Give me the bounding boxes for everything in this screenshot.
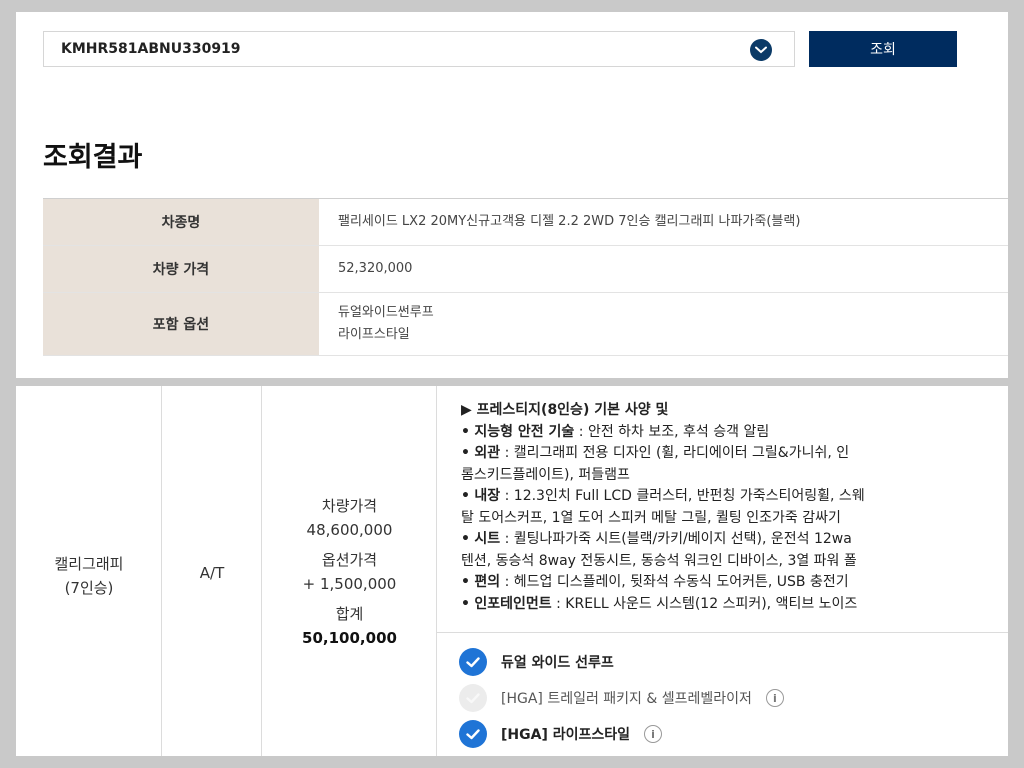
trim-seats: (7인승)	[64, 579, 114, 597]
vehicle-lookup-panel: KMHR581ABNU330919 조회 조회결과 차종명 팰리세이드 LX2 …	[16, 12, 1008, 378]
info-icon[interactable]: i	[644, 725, 662, 743]
checkbox-checked-icon[interactable]	[459, 648, 487, 676]
spec-text: 텐션, 동승석 8way 전동시트, 동승석 워크인 디바이스, 3열 파워 폴	[461, 552, 857, 569]
spec-line: • 내장 : 12.3인치 Full LCD 클러스터, 반펀칭 가죽스티어링휠…	[461, 486, 1008, 508]
spec-line: 롬스키드플레이트), 퍼들램프	[461, 465, 1008, 487]
spec-line: • 편의 : 헤드업 디스플레이, 뒷좌석 수동식 도어커튼, USB 충전기	[461, 572, 1008, 594]
vin-select[interactable]: KMHR581ABNU330919	[43, 31, 795, 67]
spec-text: : 헤드업 디스플레이, 뒷좌석 수동식 도어커튼, USB 충전기	[500, 574, 849, 590]
checkbox-disabled-icon[interactable]	[459, 684, 487, 712]
option-price-label: 옵션가격	[321, 551, 378, 569]
trim-detail-panel: 캘리그래피 (7인승) A/T 차량가격 48,600,000 옵션가격 + 1…	[16, 386, 1008, 756]
included-option-item: 라이프스타일	[338, 327, 410, 342]
table-row: 차종명 팰리세이드 LX2 20MY신규고객용 디젤 2.2 2WD 7인승 캘…	[43, 199, 1008, 246]
spec-text: : 12.3인치 Full LCD 클러스터, 반펀칭 가죽스티어링휠, 스웨	[500, 488, 865, 504]
spec-line: • 시트 : 퀼팅나파가죽 시트(블랙/카키/베이지 선택), 운전석 12wa	[461, 529, 1008, 551]
spec-line: • 인포테인먼트 : KRELL 사운드 시스템(12 스피커), 액티브 노이…	[461, 594, 1008, 616]
spec-line: • 지능형 안전 기술 : 안전 하차 보조, 후석 승객 알림	[461, 422, 1008, 444]
spec-line: 텐션, 동승석 8way 전동시트, 동승석 워크인 디바이스, 3열 파워 폴	[461, 551, 1008, 573]
vehicle-price: 52,320,000	[319, 246, 1008, 292]
trim-name-line: 캘리그래피	[54, 555, 124, 573]
option-lifestyle[interactable]: [HGA] 라이프스타일 i	[459, 720, 662, 748]
included-option-item: 듀얼와이드썬루프	[338, 305, 434, 320]
total-label: 합계	[335, 605, 364, 623]
option-label: [HGA] 트레일러 패키지 & 셀프레벨라이저	[501, 691, 752, 707]
option-trailer-package[interactable]: [HGA] 트레일러 패키지 & 셀프레벨라이저 i	[459, 684, 784, 712]
info-icon[interactable]: i	[765, 689, 784, 707]
bullet: •	[461, 595, 470, 612]
spec-title: ▶ 프레스티지(8인승) 기본 사양 및	[461, 402, 669, 418]
spec-text: : 캘리그래피 전용 디자인 (휠, 라디에이터 그릴&가니쉬, 인	[500, 445, 850, 461]
spec-text: : 퀼팅나파가죽 시트(블랙/카키/베이지 선택), 운전석 12wa	[500, 531, 852, 547]
model-name: 팰리세이드 LX2 20MY신규고객용 디젤 2.2 2WD 7인승 캘리그래피…	[319, 199, 1008, 245]
model-name-text: 팰리세이드 LX2 20MY신규고객용 디젤 2.2 2WD 7인승 캘리그래피…	[338, 214, 801, 229]
chevron-down-icon[interactable]	[750, 39, 772, 61]
price-label: 차량가격	[321, 497, 378, 515]
search-button[interactable]: 조회	[809, 31, 957, 67]
page-title: 조회결과	[43, 142, 143, 173]
vehicle-price-text: 52,320,000	[338, 261, 413, 276]
spec-key: 시트	[474, 531, 501, 547]
price-value: 48,600,000	[306, 521, 393, 539]
bullet: •	[461, 423, 470, 440]
option-price-value: + 1,500,000	[302, 575, 397, 593]
bullet: •	[461, 445, 470, 461]
price-column: 차량가격 48,600,000 옵션가격 + 1,500,000 합계 50,1…	[262, 386, 437, 756]
spec-key: 인포테인먼트	[474, 595, 552, 612]
transmission-column: A/T	[162, 386, 262, 756]
transmission: A/T	[199, 564, 225, 582]
table-row: 포함 옵션 듀얼와이드썬루프 라이프스타일	[43, 293, 1008, 356]
trim-column: 캘리그래피 (7인승)	[16, 386, 162, 756]
spec-key: 지능형 안전 기술	[474, 423, 575, 440]
bullet: •	[461, 574, 470, 590]
spec-key: 내장	[474, 488, 501, 504]
option-label: [HGA] 라이프스타일	[501, 727, 630, 743]
bullet: •	[461, 531, 470, 547]
result-table: 차종명 팰리세이드 LX2 20MY신규고객용 디젤 2.2 2WD 7인승 캘…	[43, 198, 1008, 356]
row-header: 포함 옵션	[43, 293, 319, 355]
row-header: 차종명	[43, 199, 319, 245]
spec-key: 외관	[474, 445, 501, 461]
table-row: 차량 가격 52,320,000	[43, 246, 1008, 293]
total-value: 50,100,000	[302, 629, 397, 647]
bullet: •	[461, 488, 470, 504]
spec-text: 탈 도어스커프, 1열 도어 스피커 메탈 그릴, 퀼팅 인조가죽 감싸기	[461, 509, 841, 526]
included-options: 듀얼와이드썬루프 라이프스타일	[319, 293, 1008, 355]
spec-description: ▶ 프레스티지(8인승) 기본 사양 및 • 지능형 안전 기술 : 안전 하차…	[437, 386, 1008, 633]
spec-text: : KRELL 사운드 시스템(12 스피커), 액티브 노이즈	[551, 595, 858, 612]
checkbox-checked-icon[interactable]	[459, 720, 487, 748]
spec-text: 롬스키드플레이트), 퍼들램프	[461, 466, 630, 483]
spec-line: • 외관 : 캘리그래피 전용 디자인 (휠, 라디에이터 그릴&가니쉬, 인	[461, 443, 1008, 465]
vin-value: KMHR581ABNU330919	[61, 41, 241, 57]
spec-key: 편의	[474, 574, 501, 590]
option-label: 듀얼 와이드 선루프	[501, 655, 614, 671]
option-list: 듀얼 와이드 선루프 [HGA] 트레일러 패키지 & 셀프레벨라이저 i [H…	[437, 632, 1008, 756]
price-summary: 차량가격 48,600,000 옵션가격 + 1,500,000 합계 50,1…	[262, 494, 437, 650]
option-dual-wide-sunroof[interactable]: 듀얼 와이드 선루프	[459, 648, 614, 676]
spec-line: 탈 도어스커프, 1열 도어 스피커 메탈 그릴, 퀼팅 인조가죽 감싸기	[461, 508, 1008, 530]
row-header: 차량 가격	[43, 246, 319, 292]
trim-name: 캘리그래피 (7인승)	[16, 552, 162, 600]
spec-text: : 안전 하차 보조, 후석 승객 알림	[574, 423, 770, 440]
